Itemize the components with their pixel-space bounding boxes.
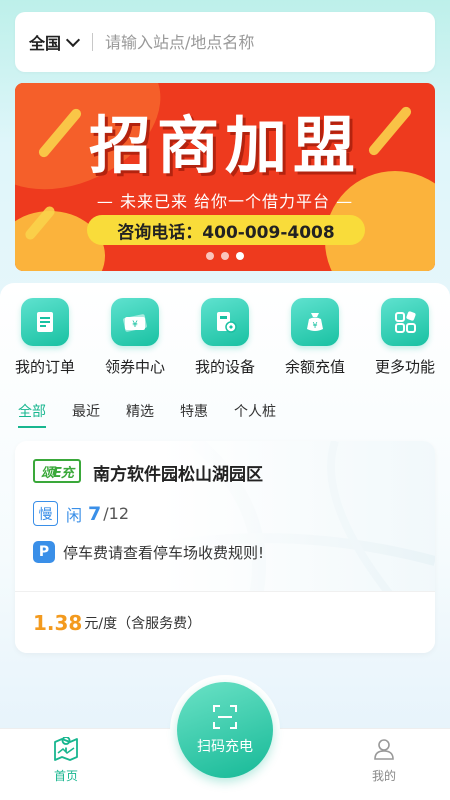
- quick-action-label: 领券中心: [104, 358, 165, 376]
- banner-phone: 咨询电话：400-009-4008: [87, 215, 365, 245]
- search-bar: 全国: [15, 12, 435, 72]
- svg-text:¥: ¥: [132, 320, 138, 330]
- chevron-down-icon: [65, 32, 81, 48]
- main-panel: 我的订单 ¥ 领券中心 我的设备 ¥ 余额充值 更多功能 全部 最近 精选 特惠…: [0, 283, 450, 743]
- quick-action-devices[interactable]: 我的设备: [180, 298, 270, 377]
- tab-all[interactable]: 全部: [18, 401, 46, 428]
- tab-discount[interactable]: 特惠: [180, 401, 208, 427]
- user-icon: [374, 739, 394, 760]
- carousel-dots: [15, 252, 435, 260]
- quick-action-orders[interactable]: 我的订单: [0, 298, 90, 377]
- banner-subtitle: — 未来已来 给你一个借力平台 —: [96, 192, 354, 211]
- quick-action-label: 我的订单: [14, 358, 75, 376]
- promo-banner[interactable]: 招商加盟 — 未来已来 给你一个借力平台 — 咨询电话：400-009-4008: [15, 83, 435, 271]
- nav-home[interactable]: 首页: [31, 737, 101, 784]
- nav-me-label: 我的: [371, 769, 396, 783]
- carousel-dot-active[interactable]: [236, 252, 244, 260]
- idle-label: 闲: [66, 505, 83, 525]
- order-icon: [21, 298, 69, 346]
- coupon-icon: ¥: [111, 298, 159, 346]
- quick-action-label: 我的设备: [194, 358, 255, 376]
- parking-note: 停车费请查看停车场收费规则!: [63, 543, 265, 562]
- tab-recent[interactable]: 最近: [72, 401, 100, 427]
- charger-status: 慢 闲 7 /12: [33, 501, 129, 526]
- device-icon: [201, 298, 249, 346]
- filter-tabs: 全部 最近 精选 特惠 个人桩: [18, 401, 302, 428]
- search-input[interactable]: [105, 32, 421, 52]
- region-selector[interactable]: 全国: [29, 30, 81, 54]
- nav-me[interactable]: 我的: [349, 737, 419, 784]
- scan-charge-button[interactable]: 扫码充电: [177, 682, 273, 778]
- slow-charge-badge: 慢: [33, 501, 58, 526]
- scan-label: 扫码充电: [197, 739, 253, 755]
- price-row: 1.38 元/度（含服务费）: [15, 591, 435, 653]
- quick-action-recharge[interactable]: ¥ 余额充值: [270, 298, 360, 377]
- price-unit: 元/度（含服务费）: [84, 615, 202, 632]
- quick-action-coupons[interactable]: ¥ 领券中心: [90, 298, 180, 377]
- quick-action-label: 更多功能: [374, 358, 435, 376]
- quick-actions: 我的订单 ¥ 领券中心 我的设备 ¥ 余额充值 更多功能: [0, 298, 450, 377]
- price-value: 1.38: [33, 610, 83, 635]
- parking-info: P 停车费请查看停车场收费规则!: [33, 541, 264, 563]
- svg-text:¥: ¥: [312, 321, 317, 330]
- carousel-dot[interactable]: [206, 252, 214, 260]
- station-name: 南方软件园松山湖园区: [93, 465, 263, 485]
- nav-home-label: 首页: [53, 769, 78, 783]
- carousel-dot[interactable]: [221, 252, 229, 260]
- brand-logo: 颂E充: [33, 459, 81, 483]
- total-count: /12: [103, 504, 129, 523]
- tab-featured[interactable]: 精选: [126, 401, 154, 427]
- station-card[interactable]: 颂E充 南方软件园松山湖园区 慢 闲 7 /12 P 停车费请查看停车场收费规则…: [15, 441, 435, 653]
- banner-title: 招商加盟: [88, 109, 361, 182]
- scan-icon: [213, 705, 237, 729]
- divider: [92, 33, 94, 51]
- region-label: 全国: [29, 34, 62, 53]
- idle-count: 7: [88, 502, 102, 525]
- quick-action-label: 余额充值: [284, 358, 345, 376]
- quick-action-more[interactable]: 更多功能: [360, 298, 450, 377]
- parking-icon: P: [33, 541, 55, 563]
- tab-personal-pile[interactable]: 个人桩: [234, 401, 276, 427]
- map-icon: [54, 737, 78, 761]
- more-icon: [381, 298, 429, 346]
- wallet-icon: ¥: [291, 298, 339, 346]
